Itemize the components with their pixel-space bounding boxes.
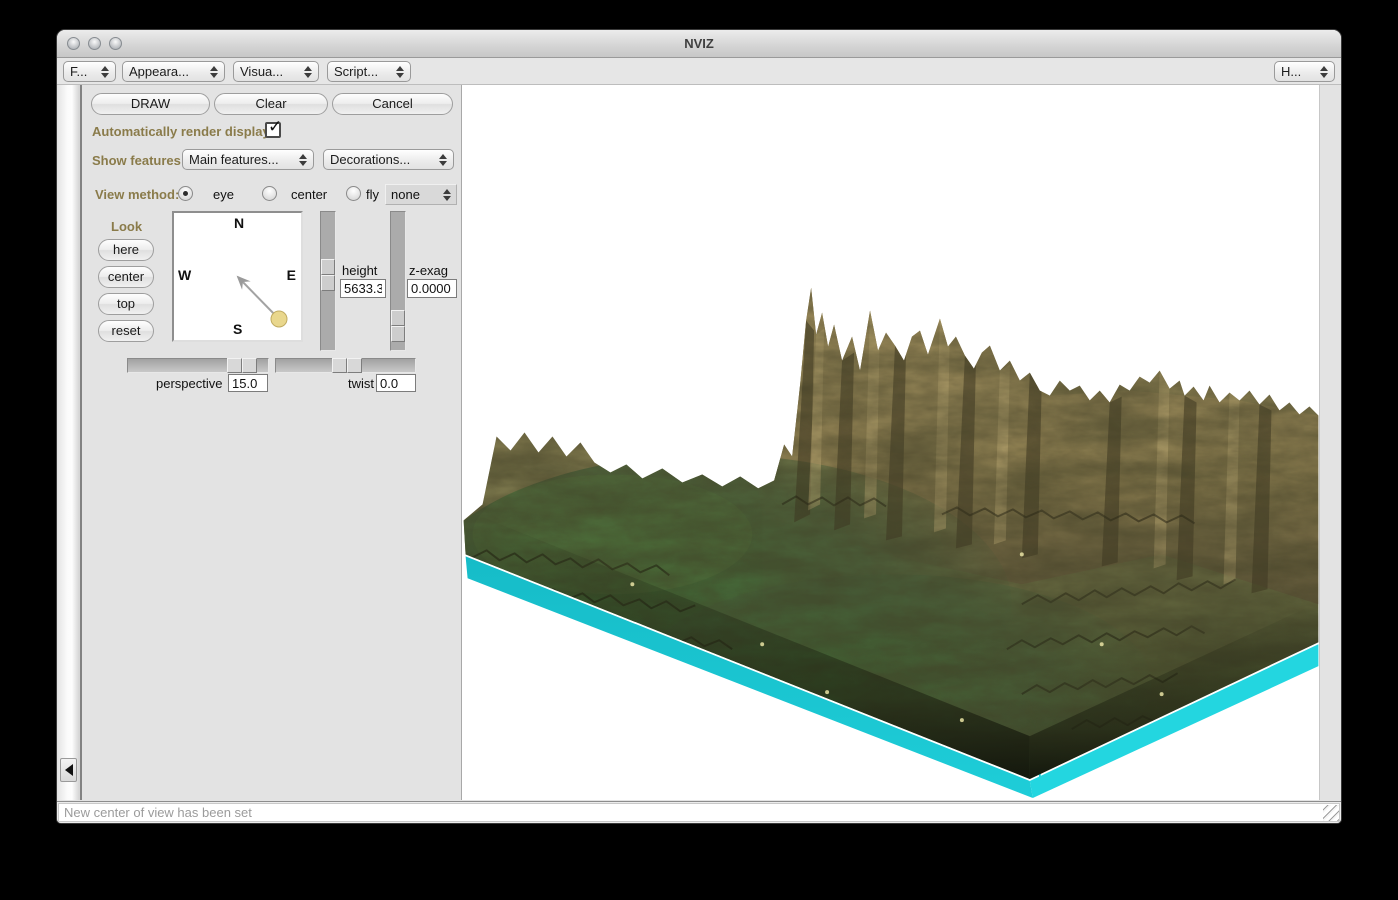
auto-render-label: Automatically render display: (92, 124, 275, 139)
main-region: DRAW Clear Cancel Automatically render d… (57, 85, 1341, 800)
look-here-button[interactable]: here (98, 239, 154, 261)
stepper-icon (1320, 65, 1328, 78)
main-features-label: Main features... (189, 152, 279, 167)
show-features-label: Show features: (92, 153, 186, 168)
resize-grip-icon[interactable] (1323, 805, 1339, 821)
look-reset-button[interactable]: reset (98, 320, 154, 342)
look-title: Look (111, 219, 143, 234)
stepper-icon (299, 153, 307, 166)
zexag-value-input[interactable] (407, 279, 457, 298)
perspective-slider[interactable] (127, 358, 269, 373)
menu-appearance[interactable]: Appeara... (122, 61, 225, 82)
view-position-pad[interactable]: N S W E (172, 211, 303, 342)
menu-file-label: F... (70, 64, 88, 79)
stepper-icon (210, 65, 218, 78)
status-bar: New center of view has been set (57, 801, 1341, 823)
menu-visualize-label: Visua... (240, 64, 284, 79)
perspective-slider-thumb[interactable] (227, 358, 257, 373)
fly-mode-popup[interactable]: none (385, 184, 457, 205)
terrain-3d-view (463, 287, 1319, 799)
control-panel: DRAW Clear Cancel Automatically render d… (80, 85, 461, 800)
chevron-left-icon (64, 764, 73, 776)
menu-bar: F... Appeara... Visua... Script... H... (57, 58, 1341, 85)
height-label: height (342, 263, 378, 278)
cancel-button[interactable]: Cancel (332, 93, 453, 115)
twist-value-input[interactable] (376, 374, 416, 392)
menu-file[interactable]: F... (63, 61, 116, 82)
clear-button[interactable]: Clear (214, 93, 328, 115)
radio-center-label: center (291, 187, 328, 202)
stepper-icon (439, 153, 447, 166)
stepper-icon (101, 65, 109, 78)
fly-mode-label: none (391, 187, 420, 202)
status-message: New center of view has been set (58, 803, 1340, 822)
render-canvas[interactable] (461, 85, 1319, 800)
zexag-slider[interactable] (390, 211, 406, 351)
look-center-button[interactable]: center (98, 266, 154, 288)
decorations-popup[interactable]: Decorations... (323, 149, 454, 170)
decorations-label: Decorations... (330, 152, 411, 167)
height-slider-thumb[interactable] (321, 259, 335, 291)
menu-appearance-label: Appeara... (129, 64, 189, 79)
stepper-icon (396, 65, 404, 78)
look-top-button[interactable]: top (98, 293, 154, 315)
menu-help[interactable]: H... (1274, 61, 1335, 82)
view-method-label: View method: (95, 187, 180, 202)
eye-position-puck[interactable] (270, 310, 288, 328)
radio-fly[interactable] (346, 186, 361, 201)
compass-north-label: N (234, 215, 245, 231)
stepper-icon (304, 65, 312, 78)
height-value-input[interactable] (340, 279, 386, 298)
radio-center[interactable] (262, 186, 277, 201)
twist-label: twist (348, 376, 374, 391)
compass-west-label: W (178, 267, 192, 283)
draw-button[interactable]: DRAW (91, 93, 210, 115)
compass-south-label: S (233, 321, 243, 337)
height-slider[interactable] (320, 211, 336, 351)
menu-visualize[interactable]: Visua... (233, 61, 319, 82)
panel-sash[interactable] (57, 85, 80, 800)
window-title: NVIZ (684, 36, 714, 51)
nviz-window: NVIZ F... Appeara... Visua... Script... … (57, 30, 1341, 823)
menu-help-label: H... (1281, 64, 1302, 79)
checkmark-icon: ✓ (268, 117, 283, 137)
auto-render-checkbox[interactable]: ✓ (265, 117, 282, 138)
zexag-label: z-exag (409, 263, 449, 278)
radio-eye-label: eye (213, 187, 234, 202)
stepper-icon (443, 188, 451, 201)
twist-slider[interactable] (275, 358, 416, 373)
title-bar[interactable]: NVIZ (57, 30, 1341, 58)
menu-scripting-label: Script... (334, 64, 379, 79)
radio-eye[interactable] (178, 186, 193, 201)
twist-slider-thumb[interactable] (332, 358, 362, 373)
compass-east-label: E (286, 267, 296, 283)
right-margin-strip (1319, 85, 1341, 800)
radio-fly-label: fly (366, 187, 379, 202)
zexag-slider-thumb[interactable] (391, 310, 405, 342)
perspective-label: perspective (156, 376, 223, 391)
perspective-value-input[interactable] (228, 374, 268, 392)
main-features-popup[interactable]: Main features... (182, 149, 314, 170)
radio-dot-icon (183, 191, 188, 196)
menu-scripting[interactable]: Script... (327, 61, 411, 82)
collapse-panel-button[interactable] (60, 758, 77, 782)
